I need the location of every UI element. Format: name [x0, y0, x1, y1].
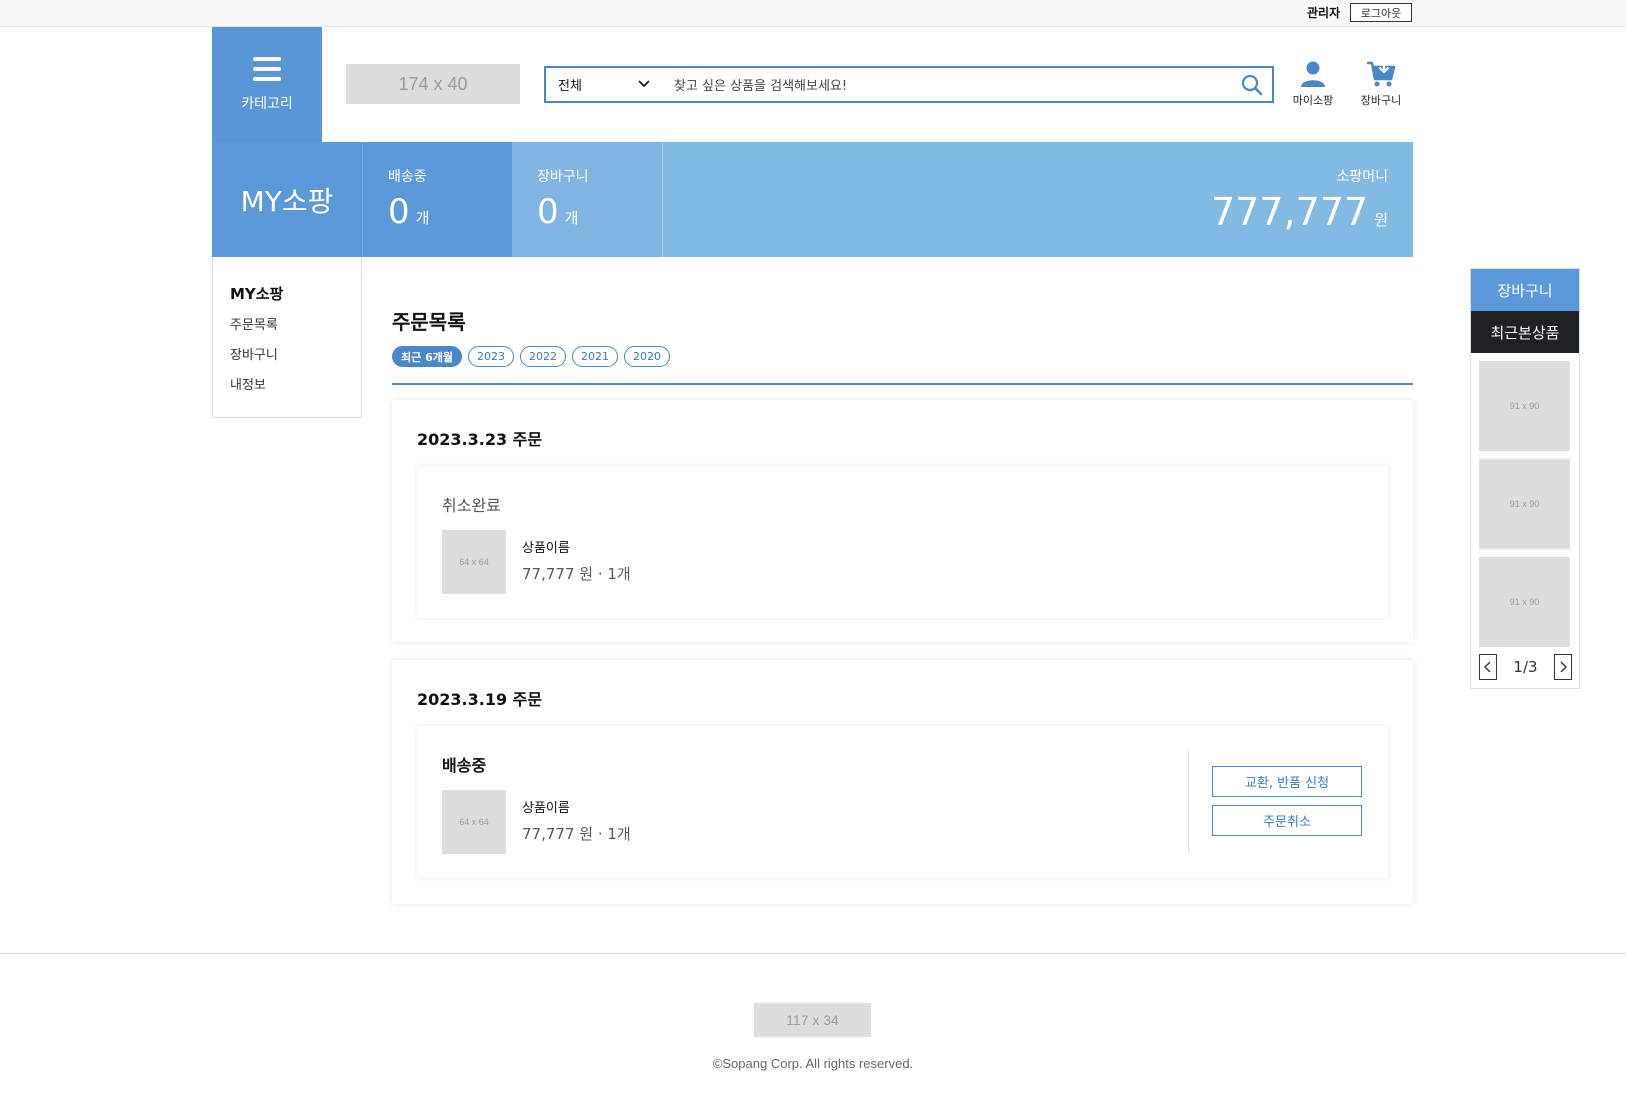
- exchange-return-button[interactable]: 교환, 반품 신청: [1212, 766, 1362, 797]
- side-nav-item-myinfo[interactable]: 내정보: [230, 374, 361, 393]
- cart-link[interactable]: 장바구니: [1351, 60, 1411, 108]
- footer-logo: 117 x 34: [754, 1003, 871, 1037]
- cart-count: 0: [537, 192, 559, 232]
- site-logo[interactable]: 174 x 40: [346, 64, 520, 104]
- category-label: 카테고리: [241, 95, 293, 112]
- mypage-label: 마이소팡: [1292, 94, 1334, 107]
- recent-product-thumbnail[interactable]: 91 x 90: [1479, 459, 1570, 549]
- side-nav: MY소팡 주문목록 장바구니 내정보: [212, 257, 362, 418]
- search-button[interactable]: [1232, 68, 1272, 101]
- order-card: 2023.3.23 주문 취소완료 64 x 64 상품이름 77,777 원 …: [392, 400, 1413, 642]
- product-name[interactable]: 상품이름: [522, 797, 570, 816]
- product-name[interactable]: 상품이름: [522, 537, 570, 556]
- prev-page-button[interactable]: [1479, 654, 1497, 680]
- product-price-qty: 77,777 원 · 1개: [522, 565, 631, 583]
- mypage-link[interactable]: 마이소팡: [1283, 60, 1343, 108]
- cart-summary-label: 장바구니: [537, 169, 589, 185]
- filter-chip-2022[interactable]: 2022: [519, 346, 566, 367]
- cancel-order-button[interactable]: 주문취소: [1212, 805, 1362, 836]
- filter-chip-2020[interactable]: 2020: [623, 346, 670, 367]
- shipping-count: 0: [388, 192, 410, 232]
- side-nav-item-cart[interactable]: 장바구니: [230, 344, 361, 363]
- product-thumbnail[interactable]: 64 x 64: [442, 530, 506, 594]
- order-date: 2023.3.23 주문: [417, 430, 543, 449]
- product-thumbnail[interactable]: 64 x 64: [442, 790, 506, 854]
- shipping-count-unit: 개: [415, 209, 430, 227]
- search-category-value: 전체: [558, 79, 582, 94]
- divider: [392, 383, 1413, 385]
- logout-button[interactable]: 로그아웃: [1350, 3, 1412, 22]
- action-divider: [1188, 750, 1189, 854]
- product-price-qty: 77,777 원 · 1개: [522, 825, 631, 843]
- cart-count-unit: 개: [564, 209, 579, 227]
- admin-bar: 관리자 로그아웃: [0, 0, 1626, 27]
- order-card: 2023.3.19 주문 배송중 64 x 64 상품이름 77,777 원 ·…: [392, 660, 1413, 904]
- footer-divider: [0, 953, 1626, 954]
- user-icon: [1301, 61, 1325, 87]
- filter-chip-6months[interactable]: 최근 6개월: [392, 346, 462, 367]
- admin-label: 관리자: [1307, 6, 1341, 20]
- shipping-summary-label: 배송중: [388, 169, 427, 185]
- filter-chip-2023[interactable]: 2023: [467, 346, 514, 367]
- mysopang-banner-title: MY소팡: [212, 142, 362, 257]
- side-nav-item-orders[interactable]: 주문목록: [230, 314, 361, 333]
- recent-product-thumbnail[interactable]: 91 x 90: [1479, 361, 1570, 451]
- order-item: 취소완료 64 x 64 상품이름 77,777 원 · 1개: [417, 466, 1388, 618]
- recent-products-header: 최근본상품: [1471, 311, 1579, 353]
- hamburger-icon: [253, 56, 281, 81]
- chevron-right-icon: [1560, 661, 1567, 673]
- money-summary-label: 소팡머니: [1336, 169, 1388, 185]
- page-title: 주문목록: [392, 310, 466, 334]
- order-date: 2023.3.19 주문: [417, 690, 543, 709]
- cart-summary[interactable]: 장바구니 0개: [512, 142, 662, 257]
- period-filter: 최근 6개월 2023 2022 2021 2020: [392, 346, 670, 367]
- quick-sidebar: 장바구니 최근본상품 91 x 90 91 x 90 91 x 90 1/3: [1470, 268, 1580, 689]
- search-category-select[interactable]: 전체: [546, 68, 664, 101]
- search-input[interactable]: 찾고 싶은 상품을 검색해보세요!: [664, 75, 1232, 94]
- search-icon: [1241, 74, 1263, 95]
- recent-pager: 1/3: [1479, 654, 1572, 680]
- recent-product-thumbnail[interactable]: 91 x 90: [1479, 557, 1570, 647]
- side-nav-heading[interactable]: MY소팡: [230, 283, 361, 304]
- quick-cart-button[interactable]: 장바구니: [1471, 269, 1579, 311]
- order-status: 취소완료: [442, 496, 501, 515]
- copyright-text: ©Sopang Corp. All rights reserved.: [712, 1056, 914, 1071]
- cart-label: 장바구니: [1360, 94, 1402, 107]
- chevron-down-icon: [638, 80, 650, 88]
- order-status: 배송중: [442, 756, 487, 775]
- next-page-button[interactable]: [1553, 654, 1572, 680]
- filter-chip-2021[interactable]: 2021: [571, 346, 618, 367]
- shipping-summary[interactable]: 배송중 0개: [362, 142, 512, 257]
- money-unit: 원: [1374, 211, 1388, 229]
- category-button[interactable]: 카테고리: [212, 27, 322, 142]
- search-bar: 전체 찾고 싶은 상품을 검색해보세요!: [544, 66, 1274, 103]
- order-item: 배송중 64 x 64 상품이름 77,777 원 · 1개 교환, 반품 신청…: [417, 726, 1388, 878]
- chevron-left-icon: [1484, 661, 1491, 673]
- page-indicator: 1/3: [1513, 658, 1538, 676]
- cart-icon: [1367, 61, 1396, 87]
- money-summary: 소팡머니 777,777 원: [662, 142, 1413, 257]
- money-amount: 777,777: [1211, 190, 1369, 234]
